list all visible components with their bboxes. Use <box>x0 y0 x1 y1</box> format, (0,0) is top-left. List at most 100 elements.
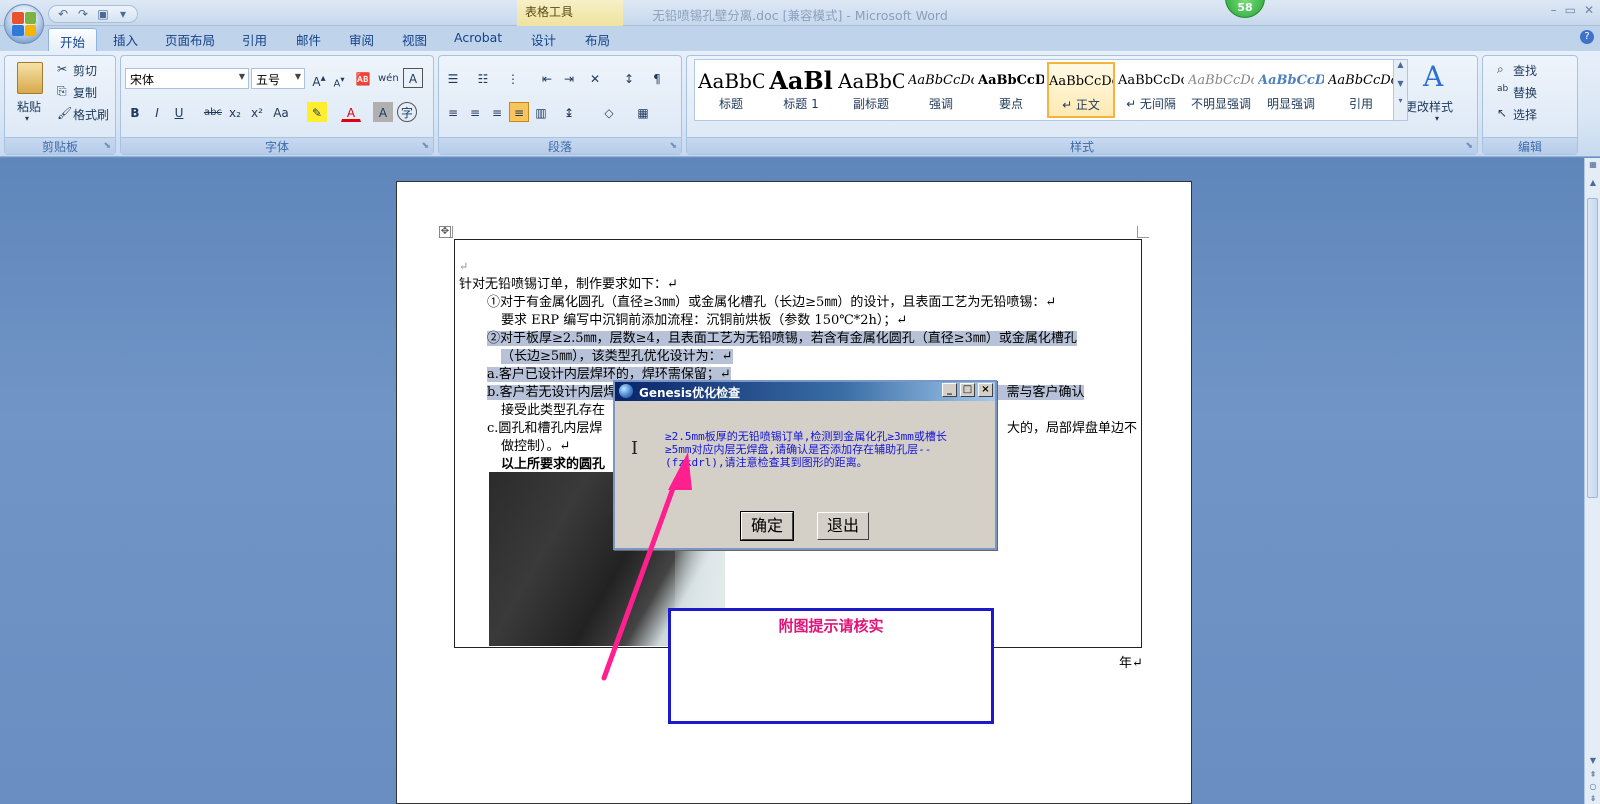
scroll-down-icon[interactable]: ▼ <box>1585 756 1600 765</box>
help-icon[interactable]: ? <box>1580 30 1594 44</box>
style-emphasis[interactable]: AaBbCcDc 强调 <box>907 62 975 118</box>
select-button[interactable]: 选择 <box>1513 106 1537 123</box>
tab-review[interactable]: 审阅 <box>349 30 374 49</box>
dialog-title-bar[interactable]: Genesis优化检查 _ □ × <box>615 382 995 401</box>
change-styles-button[interactable]: 更改样式 <box>1405 98 1453 115</box>
tab-home[interactable]: 开始 <box>48 28 98 52</box>
scrollbar-thumb[interactable] <box>1587 198 1598 498</box>
format-painter-icon[interactable]: 🖌 <box>57 106 72 120</box>
tab-page-layout[interactable]: 页面布局 <box>165 30 215 49</box>
ruler-toggle-icon[interactable]: ▦ <box>1585 160 1600 169</box>
replace-button[interactable]: 替换 <box>1513 84 1537 101</box>
increase-indent-icon[interactable]: ⇥ <box>559 68 579 88</box>
align-right-icon[interactable]: ≡ <box>487 102 507 122</box>
sort-icon[interactable]: ↕ <box>619 68 639 88</box>
numbering-icon[interactable]: ☷ <box>473 68 493 88</box>
cut-icon[interactable]: ✂ <box>57 62 67 76</box>
copy-icon[interactable]: ⎘ <box>57 84 67 99</box>
change-styles-icon[interactable]: A <box>1423 60 1443 93</box>
ok-button[interactable]: 确定 <box>740 511 794 541</box>
clipboard-launcher-icon[interactable]: ⬊ <box>103 141 111 151</box>
copy-button[interactable]: 复制 <box>73 84 97 101</box>
style-no-spacing[interactable]: AaBbCcDc ↵ 无间隔 <box>1117 62 1185 118</box>
underline-icon[interactable]: U <box>169 102 189 122</box>
grow-font-icon[interactable]: A▴ <box>309 68 329 89</box>
paste-icon[interactable] <box>17 62 43 94</box>
find-icon[interactable]: ⌕ <box>1497 62 1504 77</box>
bold-icon[interactable]: B <box>125 102 145 122</box>
more-icon[interactable]: ▾ <box>1394 96 1407 105</box>
shrink-font-icon[interactable]: A▾ <box>329 68 349 89</box>
style-subtle-emphasis[interactable]: AaBbCcDc 不明显强调 <box>1187 62 1255 118</box>
select-icon[interactable]: ↖ <box>1497 106 1507 120</box>
paragraph-launcher-icon[interactable]: ⬊ <box>669 141 677 151</box>
align-left-icon[interactable]: ≡ <box>443 102 463 122</box>
style-title[interactable]: AaBbC 标题 <box>697 62 765 118</box>
decrease-indent-icon[interactable]: ⇤ <box>537 68 557 88</box>
scroll-up-icon[interactable]: ▲ <box>1585 178 1600 187</box>
font-launcher-icon[interactable]: ⬊ <box>421 141 429 151</box>
phonetic-guide-icon[interactable]: wén <box>377 68 399 88</box>
change-case-icon[interactable]: Aa <box>271 102 291 122</box>
font-name-combo[interactable]: 宋体 ▼ <box>125 68 249 89</box>
chevron-down-icon[interactable]: ▾ <box>1435 114 1439 123</box>
superscript-icon[interactable]: x² <box>247 102 267 122</box>
style-strong[interactable]: AaBbCcD 要点 <box>977 62 1045 118</box>
dialog-minimize-icon[interactable]: _ <box>942 383 957 397</box>
show-marks-icon[interactable]: ¶ <box>647 68 667 88</box>
paste-button[interactable]: 粘贴 <box>17 98 41 115</box>
style-intense-emphasis[interactable]: AaBbCcDc 明显强调 <box>1257 62 1325 118</box>
exit-button[interactable]: 退出 <box>817 512 869 540</box>
italic-icon[interactable]: I <box>147 102 167 122</box>
dialog-close-icon[interactable]: × <box>978 383 993 397</box>
strikethrough-icon[interactable]: abc <box>203 102 223 122</box>
prev-page-icon[interactable]: ⇞ <box>1585 770 1600 779</box>
shading-icon[interactable]: ◇ <box>599 102 619 122</box>
font-color-icon[interactable]: A <box>341 102 361 122</box>
style-normal[interactable]: AaBbCcDc ↵ 正文 <box>1047 62 1115 118</box>
chevron-down-icon[interactable]: ▼ <box>1394 79 1407 88</box>
restore-icon[interactable]: ▭ <box>1565 3 1576 17</box>
cut-button[interactable]: 剪切 <box>73 62 97 79</box>
style-quote[interactable]: AaBbCcDc 引用 <box>1327 62 1395 118</box>
close-icon[interactable]: ✕ <box>1584 3 1594 17</box>
tab-design[interactable]: 设计 <box>531 30 556 49</box>
style-subtitle[interactable]: AaBbC 副标题 <box>837 62 905 118</box>
justify-icon[interactable]: ≡ <box>509 102 529 122</box>
tab-view[interactable]: 视图 <box>402 30 427 49</box>
tab-mailings[interactable]: 邮件 <box>296 30 321 49</box>
gallery-scroll[interactable]: ▲ ▼ ▾ <box>1393 60 1407 120</box>
font-size-combo[interactable]: 五号 ▼ <box>251 68 305 89</box>
align-center-icon[interactable]: ≡ <box>465 102 485 122</box>
replace-icon[interactable]: ab <box>1497 84 1508 94</box>
office-button[interactable] <box>4 4 44 44</box>
dialog-maximize-icon[interactable]: □ <box>960 383 975 397</box>
chevron-up-icon[interactable]: ▲ <box>1394 60 1407 69</box>
tab-layout[interactable]: 布局 <box>585 30 610 49</box>
distributed-icon[interactable]: ▥ <box>531 102 551 122</box>
character-border-icon[interactable]: A <box>403 68 423 88</box>
style-heading-1[interactable]: AaBl 标题 1 <box>767 62 835 118</box>
bullets-icon[interactable]: ☰ <box>443 68 463 88</box>
vertical-scrollbar[interactable]: ▦ ▲ ▼ ⇞ ○ ⇟ <box>1584 158 1600 804</box>
subscript-icon[interactable]: x₂ <box>225 102 245 122</box>
asian-layout-icon[interactable]: ✕ <box>585 68 605 88</box>
table-move-handle-icon[interactable]: ✥ <box>439 226 451 238</box>
styles-launcher-icon[interactable]: ⬊ <box>1465 141 1473 151</box>
clear-format-icon[interactable]: 🆎 <box>353 68 373 88</box>
tab-acrobat[interactable]: Acrobat <box>454 30 502 45</box>
paste-dropdown-icon[interactable]: ▾ <box>25 114 29 123</box>
multilevel-list-icon[interactable]: ⋮ <box>503 68 523 88</box>
line-spacing-icon[interactable]: ↨ <box>559 102 579 122</box>
minimize-icon[interactable]: – <box>1551 3 1557 17</box>
find-button[interactable]: 查找 <box>1513 62 1537 79</box>
tab-references[interactable]: 引用 <box>242 30 267 49</box>
select-browse-object-icon[interactable]: ○ <box>1585 782 1600 791</box>
borders-icon[interactable]: ▦ <box>633 102 653 122</box>
character-shading-icon[interactable]: A <box>373 102 393 122</box>
format-painter-button[interactable]: 格式刷 <box>73 106 109 123</box>
enclose-characters-icon[interactable]: 字 <box>397 102 417 122</box>
tab-insert[interactable]: 插入 <box>113 30 138 49</box>
next-page-icon[interactable]: ⇟ <box>1585 794 1600 803</box>
highlight-icon[interactable]: ✎ <box>307 102 327 122</box>
